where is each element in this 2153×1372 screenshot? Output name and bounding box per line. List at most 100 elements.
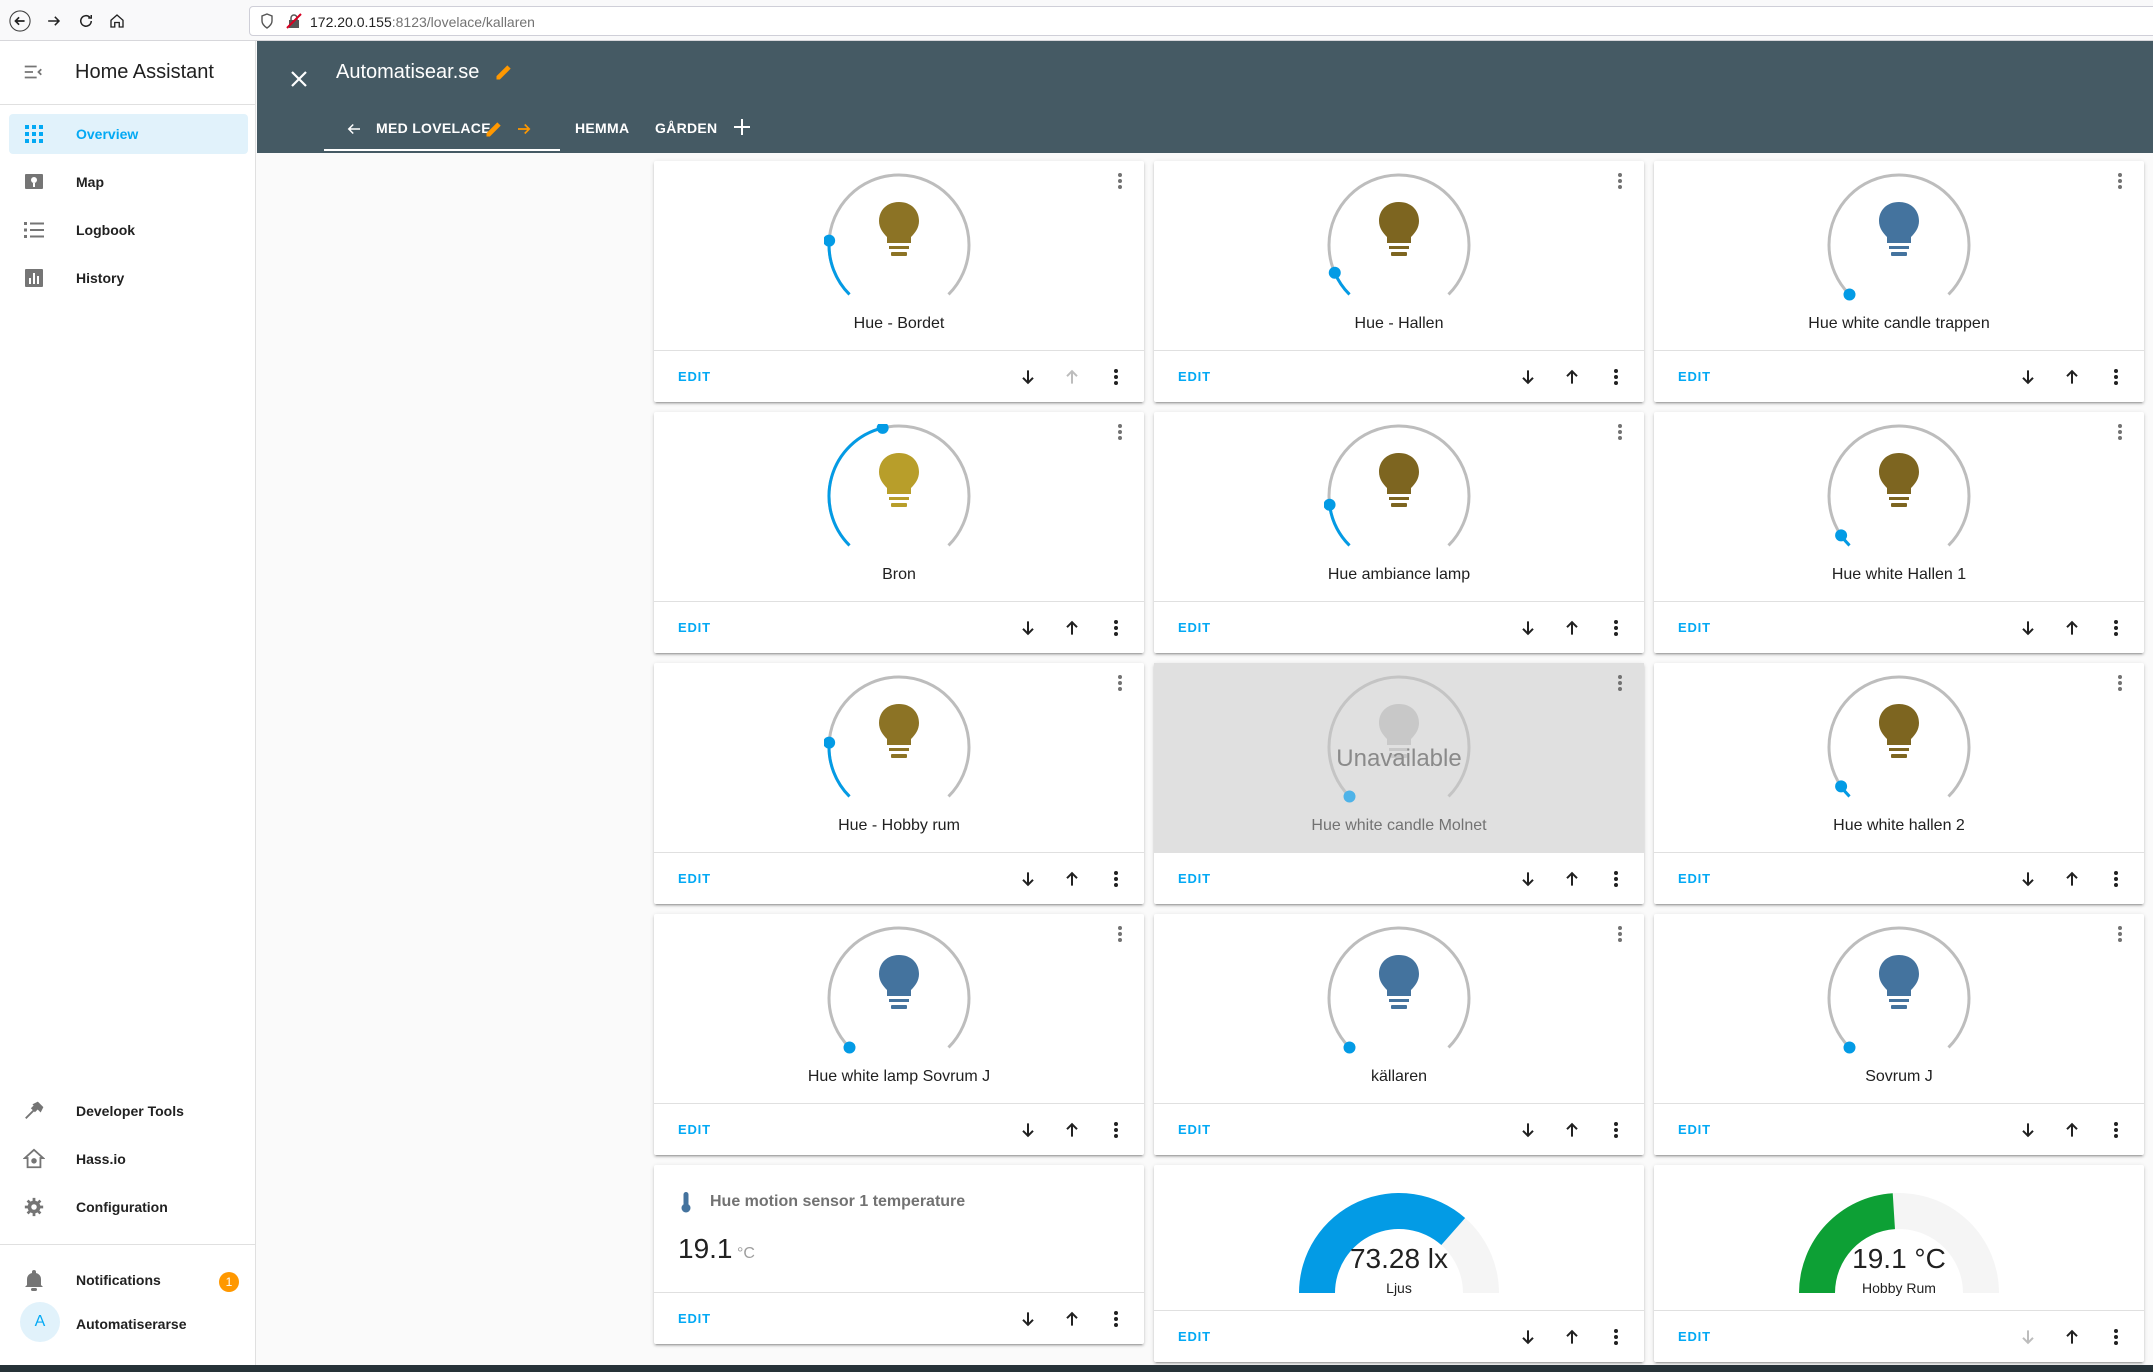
light-name[interactable]: Hue white candle trappen <box>1654 315 2144 333</box>
light-more-info-icon[interactable] <box>1110 422 1130 442</box>
brightness-slider[interactable] <box>824 173 974 313</box>
edit-card-button[interactable]: EDIT <box>1678 1329 1711 1344</box>
edit-card-button[interactable]: EDIT <box>1678 1122 1711 1137</box>
light-more-info-icon[interactable] <box>1610 171 1630 191</box>
move-up-icon[interactable] <box>1559 1117 1585 1143</box>
brightness-slider[interactable] <box>1824 675 1974 815</box>
move-up-icon[interactable] <box>1059 1306 1085 1332</box>
move-tab-left-icon[interactable] <box>345 120 363 143</box>
move-down-icon[interactable] <box>2015 364 2041 390</box>
slider-handle[interactable] <box>1835 780 1848 793</box>
move-up-icon[interactable] <box>1059 364 1085 390</box>
move-down-icon[interactable] <box>1015 1306 1041 1332</box>
edit-card-button[interactable]: EDIT <box>678 1311 711 1326</box>
move-down-icon[interactable] <box>1515 1324 1541 1350</box>
brightness-slider[interactable] <box>824 424 974 564</box>
move-down-icon[interactable] <box>1515 615 1541 641</box>
edit-card-button[interactable]: EDIT <box>1178 1122 1211 1137</box>
slider-handle[interactable] <box>1835 529 1848 542</box>
move-up-icon[interactable] <box>1559 866 1585 892</box>
light-more-info-icon[interactable] <box>2110 924 2130 944</box>
move-up-icon[interactable] <box>1559 1324 1585 1350</box>
slider-handle[interactable] <box>824 234 836 247</box>
sidebar-item-hassio[interactable]: Hass.io <box>9 1139 248 1179</box>
light-more-info-icon[interactable] <box>1610 673 1630 693</box>
edit-card-button[interactable]: EDIT <box>678 620 711 635</box>
card-options-icon[interactable] <box>1103 364 1129 390</box>
slider-handle[interactable] <box>876 424 889 434</box>
tab-hemma[interactable]: HEMMA <box>575 120 629 136</box>
sidebar-item-notifications[interactable]: Notifications 1 <box>9 1260 248 1300</box>
edit-card-button[interactable]: EDIT <box>1678 871 1711 886</box>
card-options-icon[interactable] <box>2103 1117 2129 1143</box>
slider-handle[interactable] <box>1843 1041 1856 1054</box>
slider-handle[interactable] <box>1843 288 1856 301</box>
menu-toggle-icon[interactable] <box>22 61 44 88</box>
lightbulb-icon[interactable] <box>1879 453 1919 507</box>
sidebar-item-logbook[interactable]: Logbook <box>9 210 248 250</box>
card-options-icon[interactable] <box>1603 364 1629 390</box>
brightness-slider[interactable] <box>1824 424 1974 564</box>
move-up-icon[interactable] <box>1559 364 1585 390</box>
lightbulb-icon[interactable] <box>1379 202 1419 256</box>
move-up-icon[interactable] <box>2059 615 2085 641</box>
lightbulb-icon[interactable] <box>1879 202 1919 256</box>
light-more-info-icon[interactable] <box>1110 171 1130 191</box>
light-more-info-icon[interactable] <box>2110 673 2130 693</box>
move-down-icon[interactable] <box>1515 1117 1541 1143</box>
card-options-icon[interactable] <box>2103 1324 2129 1350</box>
card-options-icon[interactable] <box>1103 615 1129 641</box>
sidebar-item-configuration[interactable]: Configuration <box>9 1187 248 1227</box>
card-options-icon[interactable] <box>1103 1117 1129 1143</box>
lightbulb-icon[interactable] <box>1879 704 1919 758</box>
add-tab-icon[interactable] <box>732 117 752 142</box>
brightness-slider[interactable] <box>1824 926 1974 1066</box>
move-down-icon[interactable] <box>1015 866 1041 892</box>
move-down-icon[interactable] <box>1015 1117 1041 1143</box>
move-up-icon[interactable] <box>2059 1117 2085 1143</box>
move-down-icon[interactable] <box>1015 364 1041 390</box>
back-icon[interactable] <box>6 7 34 35</box>
card-options-icon[interactable] <box>1603 615 1629 641</box>
tab-med-lovelace[interactable]: MED LOVELACE <box>376 120 491 136</box>
light-name[interactable]: Hue white candle Molnet <box>1154 817 1644 835</box>
lightbulb-icon[interactable] <box>879 202 919 256</box>
slider-handle[interactable] <box>824 736 836 749</box>
light-more-info-icon[interactable] <box>1110 673 1130 693</box>
card-options-icon[interactable] <box>2103 615 2129 641</box>
light-name[interactable]: Bron <box>654 566 1144 584</box>
move-up-icon[interactable] <box>1559 615 1585 641</box>
lightbulb-icon[interactable] <box>879 704 919 758</box>
slider-handle[interactable] <box>1343 790 1356 803</box>
reload-icon[interactable] <box>72 7 100 35</box>
edit-card-button[interactable]: EDIT <box>1178 871 1211 886</box>
card-options-icon[interactable] <box>2103 364 2129 390</box>
url-bar[interactable]: 172.20.0.155:8123/lovelace/kallaren <box>249 6 2153 36</box>
card-options-icon[interactable] <box>1603 1324 1629 1350</box>
light-more-info-icon[interactable] <box>1610 924 1630 944</box>
edit-card-button[interactable]: EDIT <box>678 871 711 886</box>
light-name[interactable]: Hue white hallen 2 <box>1654 817 2144 835</box>
close-icon[interactable] <box>283 63 315 95</box>
gauge-card-body[interactable]: 19.1 °C Hobby Rum <box>1654 1165 2144 1311</box>
sidebar-item-map[interactable]: Map <box>9 162 248 202</box>
brightness-slider[interactable] <box>1324 424 1474 564</box>
light-name[interactable]: Sovrum J <box>1654 1068 2144 1086</box>
lightbulb-icon[interactable] <box>1879 955 1919 1009</box>
edit-card-button[interactable]: EDIT <box>1678 369 1711 384</box>
move-up-icon[interactable] <box>2059 1324 2085 1350</box>
edit-title-pencil-icon[interactable] <box>494 62 514 87</box>
lightbulb-icon[interactable] <box>1379 955 1419 1009</box>
slider-handle[interactable] <box>1343 1041 1356 1054</box>
light-more-info-icon[interactable] <box>1110 924 1130 944</box>
light-more-info-icon[interactable] <box>2110 422 2130 442</box>
light-more-info-icon[interactable] <box>2110 171 2130 191</box>
move-down-icon[interactable] <box>2015 1117 2041 1143</box>
edit-card-button[interactable]: EDIT <box>1678 620 1711 635</box>
forward-icon[interactable] <box>40 7 68 35</box>
card-options-icon[interactable] <box>1603 866 1629 892</box>
move-up-icon[interactable] <box>1059 1117 1085 1143</box>
brightness-slider[interactable] <box>1824 173 1974 313</box>
sidebar-item-overview[interactable]: Overview <box>9 114 248 154</box>
move-down-icon[interactable] <box>1515 364 1541 390</box>
